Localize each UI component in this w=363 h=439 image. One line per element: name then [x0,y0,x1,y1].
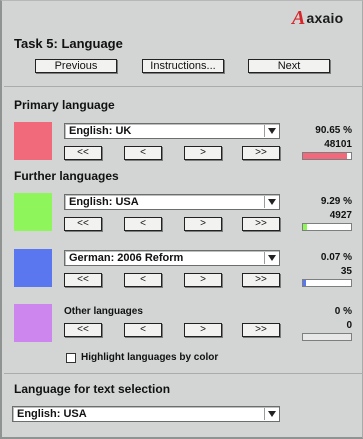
other-count: 0 [346,320,352,331]
select-divider [264,125,265,137]
other-progress-bar [302,333,352,341]
logo-text: axaio [306,10,344,26]
further-1-next-button[interactable]: > [184,217,222,231]
text-selection-language-value: English: USA [17,408,87,420]
other-first-button[interactable]: << [64,323,102,337]
chevron-down-icon [268,199,276,205]
primary-last-button[interactable]: >> [242,146,280,160]
further-2-count: 35 [340,266,352,277]
other-percent: 0 % [334,306,352,317]
logo-bar: Aaxaio [2,1,363,29]
next-button[interactable]: Next [248,59,330,73]
primary-language-select[interactable]: English: UK [64,123,280,139]
further-color-swatch-english-usa [14,193,52,231]
axaio-logo: Aaxaio [292,6,343,29]
select-divider [264,196,265,208]
logo-mark: A [292,7,306,29]
primary-first-button[interactable]: << [64,146,102,160]
further-language-value-2: German: 2006 Reform [69,252,184,264]
further-2-last-button[interactable]: >> [242,273,280,287]
other-languages-label: Other languages [64,306,143,317]
page-title: Task 5: Language [14,36,123,51]
further-1-count: 4927 [329,210,352,221]
primary-percent: 90.65 % [315,125,352,136]
further-2-prev-button[interactable]: < [124,273,162,287]
chevron-down-icon [268,255,276,261]
chevron-down-icon [268,411,276,417]
further-1-prev-button[interactable]: < [124,217,162,231]
primary-next-button[interactable]: > [184,146,222,160]
further-2-progress-fill [303,280,306,286]
text-selection-language-select[interactable]: English: USA [12,406,280,422]
further-2-progress-bar [302,279,352,287]
further-1-first-button[interactable]: << [64,217,102,231]
other-prev-button[interactable]: < [124,323,162,337]
primary-language-value: English: UK [69,125,132,137]
divider [4,86,362,87]
highlight-by-color-checkbox[interactable] [66,353,76,363]
primary-language-heading: Primary language [14,98,115,112]
further-2-next-button[interactable]: > [184,273,222,287]
primary-progress-bar [302,152,352,160]
select-divider [264,408,265,420]
further-2-first-button[interactable]: << [64,273,102,287]
other-last-button[interactable]: >> [242,323,280,337]
highlight-by-color-label: Highlight languages by color [81,352,219,363]
chevron-down-icon [268,128,276,134]
instructions-button[interactable]: Instructions... [142,59,224,73]
further-languages-heading: Further languages [14,169,119,183]
other-color-swatch [14,304,52,342]
primary-count: 48101 [324,139,352,150]
text-selection-heading: Language for text selection [14,382,171,396]
further-language-select-2[interactable]: German: 2006 Reform [64,250,280,266]
other-next-button[interactable]: > [184,323,222,337]
further-1-progress-bar [302,223,352,231]
primary-progress-fill [303,153,347,159]
previous-button[interactable]: Previous [35,59,117,73]
primary-color-swatch [14,122,52,160]
further-1-percent: 9.29 % [320,196,352,207]
further-color-swatch-german [14,249,52,287]
divider [4,373,362,374]
language-task-panel: Aaxaio Task 5: Language Previous Instruc… [0,0,363,439]
further-1-last-button[interactable]: >> [242,217,280,231]
primary-prev-button[interactable]: < [124,146,162,160]
further-language-select-1[interactable]: English: USA [64,194,280,210]
select-divider [264,252,265,264]
further-1-progress-fill [303,224,308,230]
further-language-value-1: English: USA [69,196,139,208]
further-2-percent: 0.07 % [320,252,352,263]
